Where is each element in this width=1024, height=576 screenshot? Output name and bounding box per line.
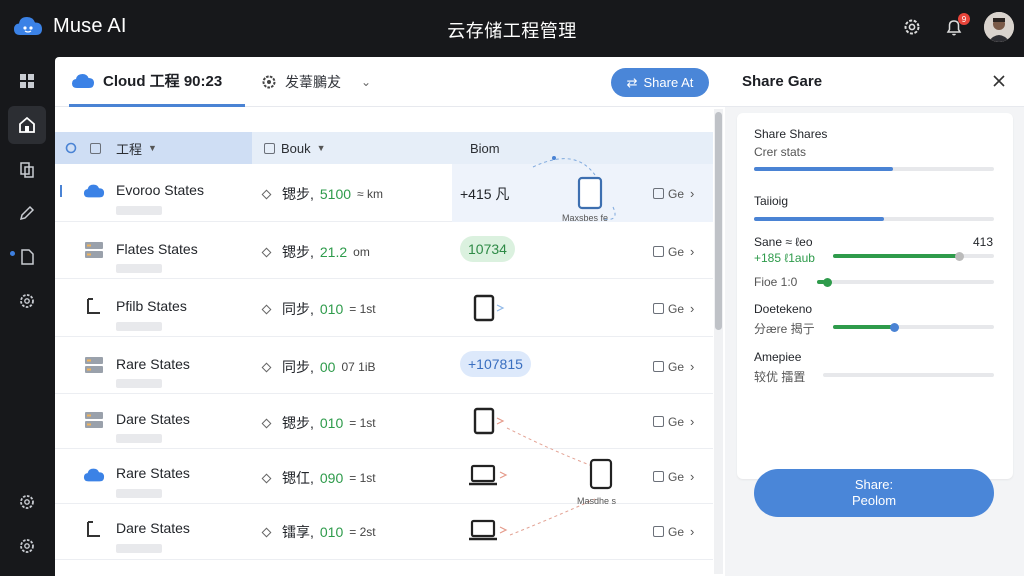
gear-icon[interactable]: [8, 282, 46, 320]
home-icon[interactable]: [8, 106, 46, 144]
section-label: Taiioig: [754, 194, 789, 208]
vertical-scrollbar[interactable]: [714, 109, 723, 574]
share-primary-button[interactable]: Share: Peolom: [754, 469, 994, 517]
settings-gear-icon[interactable]: [900, 15, 924, 39]
edit-pencil-icon[interactable]: [8, 194, 46, 232]
share-settings-card: Share Shares Crer stats Taiioig Sane ≈ ℓ…: [737, 113, 1013, 517]
slider[interactable]: [833, 322, 994, 332]
connection-node: [552, 156, 556, 160]
section-sub: 分ære 揭亍: [754, 322, 815, 336]
node-label: Maxsbes fe: [562, 213, 609, 223]
section-sub: +185 ℓ1aub: [754, 251, 815, 265]
slider[interactable]: [817, 277, 994, 287]
tablet-node-icon: [577, 176, 603, 210]
slider-knob[interactable]: [954, 251, 964, 261]
tablet-node-icon: [589, 458, 613, 490]
notification-badge: 9: [958, 13, 970, 25]
user-avatar[interactable]: [984, 12, 1014, 42]
section-label: Amepiee: [754, 350, 802, 364]
section-sub: Crer stats: [754, 145, 807, 159]
cloud-logo-icon: [14, 17, 42, 35]
left-nav-rail: [0, 57, 55, 576]
progress-bar: [754, 167, 994, 171]
connection-line: [506, 427, 596, 468]
side-panel-title: Share Gare: [742, 73, 823, 90]
main-panel: Cloud 工程 90:23 发葦鵩犮 ⌄ ⇄ Share At 工程 ▼ Bou…: [55, 57, 725, 576]
slider-knob[interactable]: [890, 322, 900, 332]
progress-bar: [754, 217, 994, 221]
settings-icon[interactable]: [8, 483, 46, 521]
section-sub: 较优 擂置: [754, 370, 806, 384]
node-label: Masdhe s: [577, 496, 617, 506]
dashboard-icon[interactable]: [8, 62, 46, 100]
section-label: Doetekeno: [754, 302, 813, 316]
notification-bell-icon[interactable]: 9: [942, 13, 970, 39]
app-title: 云存储工程管理: [447, 21, 577, 41]
brand-name: Muse AI: [53, 14, 127, 37]
section-value: 413: [973, 235, 994, 249]
slider-knob[interactable]: [823, 277, 832, 287]
scrollbar-thumb[interactable]: [715, 112, 722, 330]
section-label: Share Shares: [754, 127, 828, 141]
share-side-panel: Share Gare Share Shares Crer stats Taiio…: [725, 57, 1024, 576]
close-icon[interactable]: [990, 72, 1008, 90]
section-sub: Fioe 1:0: [754, 275, 798, 289]
progress-bar: [823, 373, 994, 377]
preferences-icon[interactable]: [8, 527, 46, 565]
document-icon[interactable]: [8, 238, 46, 276]
top-bar: Muse AI 云存储工程管理 9: [0, 0, 1024, 57]
section-label: Sane ≈ ℓeo: [754, 235, 813, 249]
files-icon[interactable]: [8, 151, 46, 189]
connection-line: [532, 158, 596, 176]
slider[interactable]: [833, 251, 994, 261]
brand[interactable]: Muse AI: [12, 14, 127, 38]
